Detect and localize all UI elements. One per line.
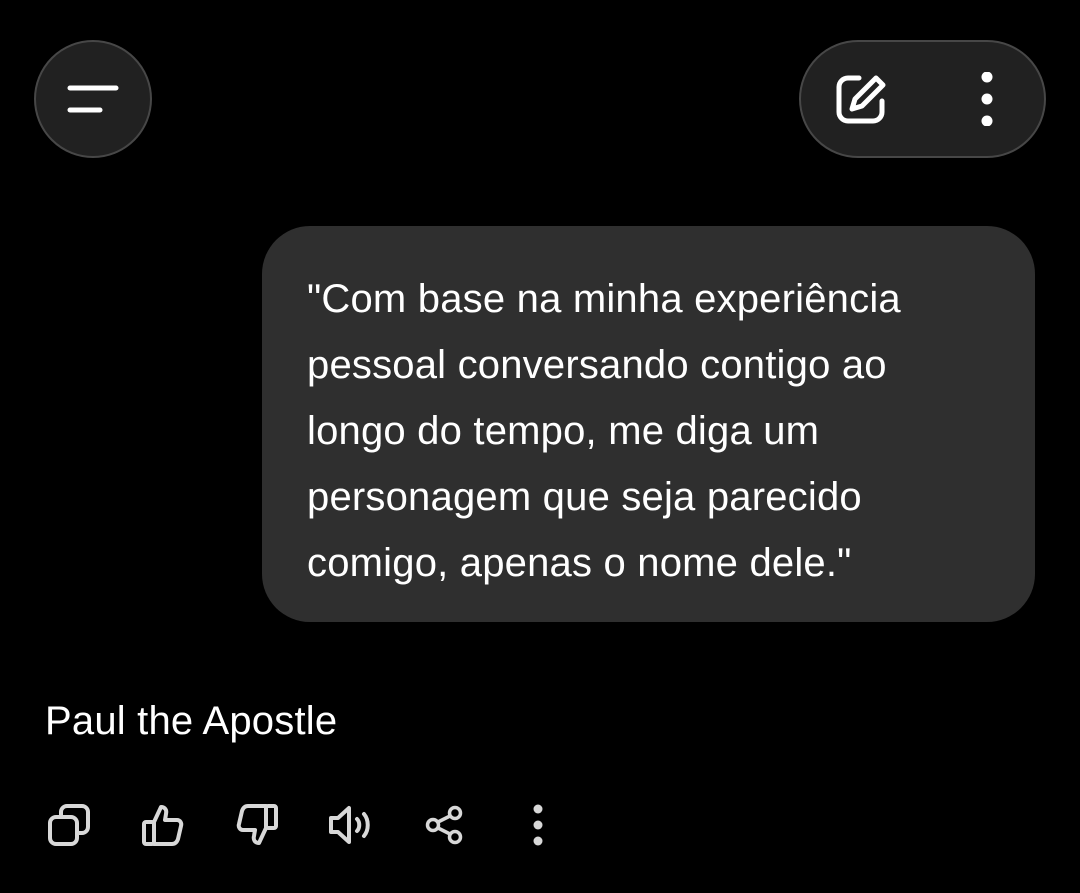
more-actions-button[interactable]: [503, 790, 573, 860]
more-options-button[interactable]: [937, 42, 1037, 156]
header-actions: [799, 40, 1046, 158]
share-icon: [424, 805, 464, 845]
thumbs-down-icon: [235, 803, 279, 847]
share-button[interactable]: [409, 790, 479, 860]
thumbs-up-icon: [141, 803, 185, 847]
user-message-text: "Com base na minha experiência pessoal c…: [307, 277, 901, 585]
menu-button[interactable]: [34, 40, 152, 158]
copy-icon: [47, 803, 91, 847]
read-aloud-icon: [327, 803, 375, 847]
user-message-bubble[interactable]: "Com base na minha experiência pessoal c…: [262, 226, 1035, 622]
edit-pencil-icon: [834, 72, 888, 126]
menu-lines-icon: [67, 82, 119, 116]
like-button[interactable]: [128, 790, 198, 860]
more-vertical-icon: [979, 72, 995, 126]
more-vertical-icon: [531, 804, 545, 846]
assistant-message-text: Paul the Apostle: [45, 699, 338, 743]
new-chat-button[interactable]: [811, 42, 911, 156]
message-action-bar: [0, 790, 1080, 860]
copy-button[interactable]: [34, 790, 104, 860]
read-aloud-button[interactable]: [316, 790, 386, 860]
dislike-button[interactable]: [222, 790, 292, 860]
